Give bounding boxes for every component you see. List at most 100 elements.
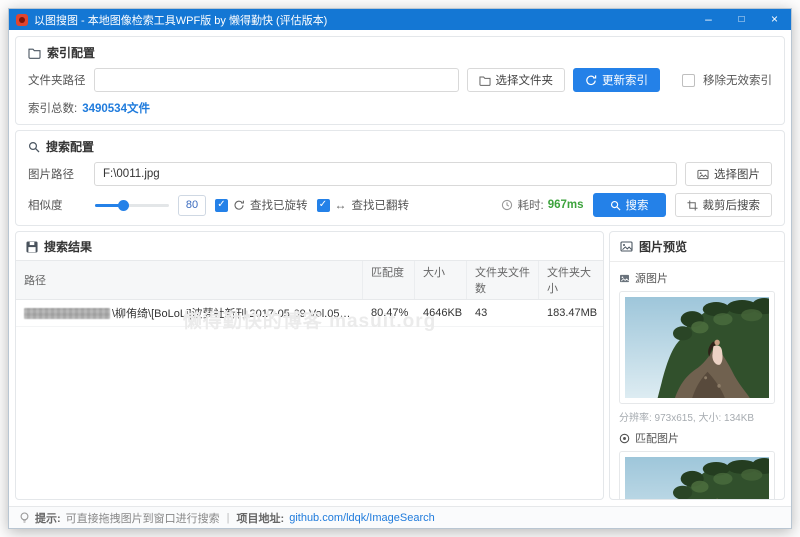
similarity-slider[interactable]	[95, 199, 169, 212]
target-icon	[619, 433, 630, 443]
index-config-title: 索引配置	[47, 46, 96, 60]
index-config-section: 索引配置 文件夹路径 选择文件夹 更新索引 移除无效索引 索引总数: 34905…	[15, 36, 785, 125]
col-folder-count[interactable]: 文件夹文件数	[467, 261, 539, 299]
app-window: 以图搜图 - 本地图像检索工具WPF版 by 懒得勤快 (评估版本) – □ ×…	[8, 8, 792, 529]
select-image-label: 选择图片	[714, 169, 760, 181]
crop-search-button[interactable]: 裁剪后搜索	[674, 193, 772, 217]
search-icon	[610, 200, 621, 211]
elapsed-value: 967ms	[547, 199, 584, 211]
col-path[interactable]: 路径	[16, 261, 363, 299]
crop-icon	[686, 199, 698, 211]
results-table-header: 路径 匹配度 大小 文件夹文件数 文件夹大小	[16, 260, 603, 300]
photo-icon	[620, 274, 629, 282]
update-index-button[interactable]: 更新索引	[573, 68, 660, 92]
refresh-icon	[586, 75, 597, 86]
elapsed-group: 耗时: 967ms	[501, 197, 584, 213]
find-rotated-label: 查找已旋转	[250, 200, 308, 212]
find-flipped-checkbox[interactable]: ✓	[316, 198, 330, 212]
save-icon	[26, 240, 38, 253]
preview-title-row: 图片预览	[610, 232, 784, 262]
similarity-row: 相似度 ✓ 查找已旋转 ✓ ↔	[28, 193, 772, 217]
index-total-label: 索引总数:	[28, 103, 78, 115]
minimize-button[interactable]: –	[692, 9, 725, 30]
search-config-section: 搜索配置 图片路径 选择图片 相似度	[15, 130, 785, 226]
search-icon	[28, 141, 40, 152]
folder-icon	[28, 48, 41, 59]
index-config-title-row: 索引配置	[28, 44, 772, 61]
select-image-button[interactable]: 选择图片	[685, 162, 772, 186]
elapsed-label: 耗时:	[517, 200, 544, 212]
results-title: 搜索结果	[44, 240, 93, 254]
search-config-title: 搜索配置	[46, 140, 95, 154]
matched-image-photo[interactable]	[625, 457, 769, 499]
image-path-input[interactable]	[94, 162, 677, 186]
remove-invalid-checkbox[interactable]	[682, 73, 695, 87]
content-area: 索引配置 文件夹路径 选择文件夹 更新索引 移除无效索引 索引总数: 34905…	[9, 30, 791, 506]
col-size[interactable]: 大小	[415, 261, 467, 299]
select-folder-label: 选择文件夹	[495, 75, 554, 87]
matched-image-label: 匹配图片	[635, 433, 679, 445]
lightbulb-icon	[20, 511, 29, 523]
source-image-info: 分辨率: 973x615, 大小: 134KB	[619, 413, 755, 424]
title-bar: 以图搜图 - 本地图像检索工具WPF版 by 懒得勤快 (评估版本) – □ ×	[9, 9, 791, 30]
similarity-value-input[interactable]	[178, 194, 206, 216]
main-row: 搜索结果 路径 匹配度 大小 文件夹文件数 文件夹大小 \柳侑绮\[BoLoLi…	[15, 231, 785, 500]
image-preview-section: 图片预览 源图片 分辨率: 973x615, 大小: 134KB 匹配图片	[609, 231, 785, 500]
window-title: 以图搜图 - 本地图像检索工具WPF版 by 懒得勤快 (评估版本)	[34, 14, 328, 27]
find-rotated-checkbox[interactable]: ✓	[215, 198, 228, 212]
image-path-label: 图片路径	[28, 169, 74, 181]
source-image-label: 源图片	[635, 273, 668, 285]
index-total-value: 3490534文件	[82, 103, 150, 115]
select-folder-button[interactable]: 选择文件夹	[466, 68, 565, 92]
similarity-label: 相似度	[28, 200, 63, 212]
image-icon	[697, 169, 709, 179]
index-total-row: 索引总数: 3490534文件	[28, 100, 772, 116]
flip-arrows-icon: ↔	[334, 198, 347, 212]
table-row[interactable]: \柳侑绮\[BoLoLi]波萝社新刊 2017-05-09 Vol.054 柳侑…	[16, 300, 603, 327]
find-rotated-group: ✓ 查找已旋转	[215, 197, 308, 213]
remove-invalid-label: 移除无效索引	[703, 75, 772, 87]
cell-path: \柳侑绮\[BoLoLi]波萝社新刊 2017-05-09 Vol.054 柳侑…	[16, 300, 363, 326]
slider-thumb[interactable]	[118, 199, 130, 211]
project-label: 项目地址:	[236, 512, 285, 525]
app-icon	[16, 13, 28, 26]
results-title-row: 搜索结果	[16, 232, 603, 260]
matched-image-card	[619, 451, 775, 499]
censored-path-prefix	[24, 307, 110, 319]
cell-size: 4646KB	[423, 307, 463, 319]
folder-path-row: 文件夹路径 选择文件夹 更新索引 移除无效索引	[28, 68, 772, 92]
maximize-button[interactable]: □	[725, 9, 758, 30]
image-path-row: 图片路径 选择图片	[28, 162, 772, 186]
project-link[interactable]: github.com/ldqk/ImageSearch	[289, 512, 435, 524]
find-flipped-label: 查找已翻转	[351, 200, 410, 212]
search-button[interactable]: 搜索	[592, 193, 666, 217]
source-image-card	[619, 291, 775, 404]
source-image-label-row: 源图片	[619, 270, 775, 286]
rotate-icon	[234, 200, 244, 210]
search-config-title-row: 搜索配置	[28, 138, 772, 155]
folder-path-input[interactable]	[94, 68, 459, 92]
folder-icon	[478, 76, 491, 86]
folder-path-label: 文件夹路径	[28, 75, 86, 87]
status-bar: 提示: 可直接拖拽图片到窗口进行搜索 | 项目地址: github.com/ld…	[9, 506, 791, 528]
hint-label: 提示:	[35, 512, 61, 525]
footer-separator: |	[226, 511, 230, 524]
close-button[interactable]: ×	[758, 9, 791, 30]
hint-text: 可直接拖拽图片到窗口进行搜索	[65, 512, 220, 525]
source-image-photo[interactable]	[625, 297, 769, 398]
search-results-section: 搜索结果 路径 匹配度 大小 文件夹文件数 文件夹大小 \柳侑绮\[BoLoLi…	[15, 231, 604, 500]
col-folder-size[interactable]: 文件夹大小	[539, 261, 603, 299]
image-icon	[620, 241, 633, 252]
cell-folder-size: 183.47MB	[547, 307, 598, 319]
search-button-label: 搜索	[625, 200, 649, 212]
cell-match: 80.47%	[371, 307, 409, 319]
update-index-label: 更新索引	[602, 75, 648, 87]
col-match[interactable]: 匹配度	[363, 261, 415, 299]
cell-folder-count: 43	[475, 307, 488, 319]
path-text: \柳侑绮\[BoLoLi]波萝社新刊 2017-05-09 Vol.054 柳侑…	[112, 308, 355, 320]
find-flipped-group: ✓ ↔ 查找已翻转	[316, 197, 410, 213]
preview-title: 图片预览	[639, 240, 688, 254]
clock-icon	[502, 199, 513, 211]
matched-image-label-row: 匹配图片	[619, 430, 775, 446]
crop-search-label: 裁剪后搜索	[702, 200, 761, 212]
